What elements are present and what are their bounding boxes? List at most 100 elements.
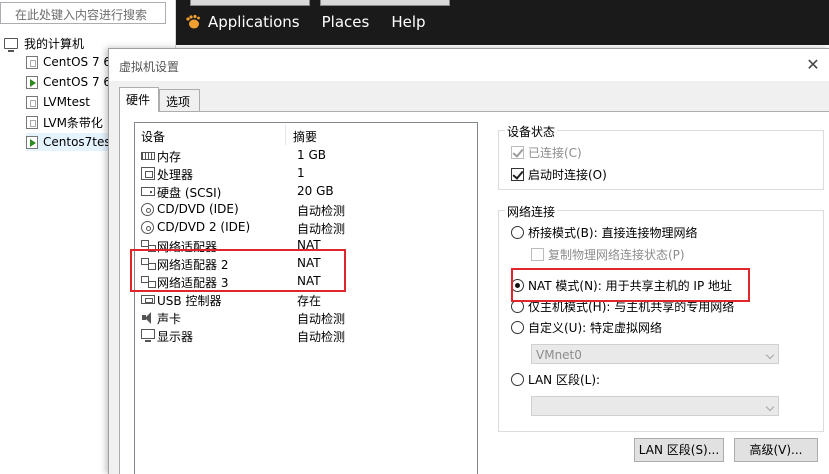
network-connection-group: 网络连接 桥接模式(B): 直接连接物理网络 复制物理网络连接状态(P) NAT… xyxy=(498,203,824,432)
cdrom-icon xyxy=(141,221,154,234)
vm-stopped-icon xyxy=(26,115,38,129)
device-row-harddisk[interactable]: 硬盘 (SCSI) 20 GB xyxy=(137,183,475,201)
device-name: USB 控制器 xyxy=(157,294,222,308)
tree-root-my-computer[interactable]: 我的计算机 xyxy=(4,34,84,52)
annotation-highlight-box xyxy=(130,249,346,292)
device-summary: 自动检测 xyxy=(297,204,346,218)
device-status-legend: 设备状态 xyxy=(505,123,558,140)
chevron-down-icon xyxy=(765,350,775,360)
usb-icon xyxy=(141,295,155,304)
radio-unselected[interactable] xyxy=(511,372,524,386)
library-vm-item[interactable]: CentOS 7 6 xyxy=(26,53,111,71)
cdrom-icon xyxy=(141,203,154,216)
connect-at-power-on-checkbox[interactable]: 启动时连接(O) xyxy=(511,165,607,183)
computer-icon xyxy=(4,37,18,52)
dialog-titlebar[interactable]: 虚拟机设置 ✕ xyxy=(109,49,829,81)
device-list-header: 设备 摘要 xyxy=(135,123,477,147)
vm-label: LVM条带化 xyxy=(43,115,103,130)
device-row-sound-card[interactable]: 声卡 自动检测 xyxy=(137,309,475,327)
harddisk-icon xyxy=(141,187,155,196)
device-list: 设备 摘要 内存 1 GB 处理器 1 硬盘 (SCSI) 20 GB CD/D… xyxy=(134,122,478,474)
device-row-usb-controller[interactable]: USB 控制器 存在 xyxy=(137,291,475,309)
device-row-memory[interactable]: 内存 1 GB xyxy=(137,147,475,165)
device-name: CD/DVD 2 (IDE) xyxy=(157,220,251,234)
library-vm-item[interactable]: LVMtest xyxy=(26,93,90,111)
device-name: 显示器 xyxy=(157,330,194,344)
column-device[interactable]: 设备 xyxy=(141,128,165,145)
device-row-processor[interactable]: 处理器 1 xyxy=(137,165,475,183)
device-summary: 1 GB xyxy=(297,148,326,162)
chevron-down-icon xyxy=(765,402,775,412)
library-vm-item[interactable]: CentOS 7 6 xyxy=(26,73,111,91)
vm-label: CentOS 7 6 xyxy=(43,55,112,69)
device-name: 声卡 xyxy=(157,312,182,326)
checkbox-unchecked-disabled[interactable] xyxy=(531,247,544,261)
device-name: CD/DVD (IDE) xyxy=(157,202,239,216)
gnome-foot-icon xyxy=(185,14,201,30)
library-vm-item[interactable]: LVM条带化 xyxy=(26,113,103,131)
device-summary: 存在 xyxy=(297,294,322,308)
radio-unselected[interactable] xyxy=(511,320,524,334)
vm-running-icon xyxy=(26,75,38,89)
bridged-label: 桥接模式(B): 直接连接物理网络 xyxy=(528,225,698,240)
vm-stopped-icon xyxy=(26,95,38,109)
search-placeholder: 在此处键入内容进行搜索 xyxy=(15,8,148,22)
lan-segment-radio[interactable]: LAN 区段(L): xyxy=(511,370,600,388)
display-icon xyxy=(141,329,155,342)
vm-running-icon xyxy=(26,135,38,149)
menu-help[interactable]: Help xyxy=(391,13,425,31)
device-summary: 自动检测 xyxy=(297,330,346,344)
sound-icon xyxy=(141,311,155,324)
vm-tab-strip xyxy=(180,0,829,6)
menu-places[interactable]: Places xyxy=(322,13,370,31)
annotation-highlight-box xyxy=(511,268,750,302)
device-name: 内存 xyxy=(157,150,182,164)
lan-segment-label: LAN 区段(L): xyxy=(528,372,601,387)
device-summary: 1 xyxy=(297,166,305,180)
network-connection-legend: 网络连接 xyxy=(505,203,558,220)
device-summary: 自动检测 xyxy=(297,222,346,236)
vm-stopped-icon xyxy=(26,55,38,69)
lan-segments-button[interactable]: LAN 区段(S)... xyxy=(634,438,724,462)
tree-root-label: 我的计算机 xyxy=(24,36,85,51)
device-name: 处理器 xyxy=(157,168,194,182)
vm-tab[interactable] xyxy=(320,0,450,6)
lan-segment-select[interactable] xyxy=(531,396,779,416)
dialog-title: 虚拟机设置 xyxy=(119,60,180,74)
cpu-icon xyxy=(141,167,155,180)
vm-label: Centos7test xyxy=(43,135,116,149)
guest-menubar: Applications Places Help xyxy=(176,8,829,36)
checkbox-checked-disabled[interactable] xyxy=(511,145,524,159)
memory-icon xyxy=(141,152,155,160)
menu-applications[interactable]: Applications xyxy=(208,13,300,31)
library-search-input[interactable]: 在此处键入内容进行搜索 xyxy=(0,2,166,24)
checkbox-checked[interactable] xyxy=(511,167,524,181)
device-row-cdrom-2[interactable]: CD/DVD 2 (IDE) 自动检测 xyxy=(137,219,475,237)
advanced-button[interactable]: 高级(V)... xyxy=(734,438,818,462)
connected-checkbox[interactable]: 已连接(C) xyxy=(511,143,582,161)
search-dropdown-icon[interactable] xyxy=(167,2,175,24)
radio-unselected[interactable] xyxy=(511,225,524,239)
bridged-radio[interactable]: 桥接模式(B): 直接连接物理网络 xyxy=(511,223,697,241)
replicate-state-label: 复制物理网络连接状态(P) xyxy=(548,247,685,262)
custom-vmnet-select[interactable]: VMnet0 xyxy=(531,344,779,364)
column-summary[interactable]: 摘要 xyxy=(293,128,317,145)
custom-vmnet-value: VMnet0 xyxy=(536,348,582,362)
custom-radio[interactable]: 自定义(U): 特定虚拟网络 xyxy=(511,318,662,336)
vm-label: CentOS 7 6 xyxy=(43,75,112,89)
vm-label: LVMtest xyxy=(43,95,90,109)
close-icon[interactable]: ✕ xyxy=(797,49,829,81)
tab-hardware[interactable]: 硬件 xyxy=(119,87,159,112)
device-status-group: 设备状态 已连接(C) 启动时连接(O) xyxy=(498,123,824,190)
connect-at-power-on-label: 启动时连接(O) xyxy=(528,167,607,182)
connected-label: 已连接(C) xyxy=(528,145,582,160)
replicate-state-checkbox[interactable]: 复制物理网络连接状态(P) xyxy=(531,245,685,263)
device-row-display[interactable]: 显示器 自动检测 xyxy=(137,327,475,345)
device-row-cdrom[interactable]: CD/DVD (IDE) 自动检测 xyxy=(137,201,475,219)
device-name: 硬盘 (SCSI) xyxy=(157,186,222,200)
device-summary: 自动检测 xyxy=(297,312,346,326)
vm-tab[interactable] xyxy=(190,0,310,6)
tab-options[interactable]: 选项 xyxy=(159,89,200,111)
custom-label: 自定义(U): 特定虚拟网络 xyxy=(528,320,663,335)
device-summary: 20 GB xyxy=(297,184,334,198)
